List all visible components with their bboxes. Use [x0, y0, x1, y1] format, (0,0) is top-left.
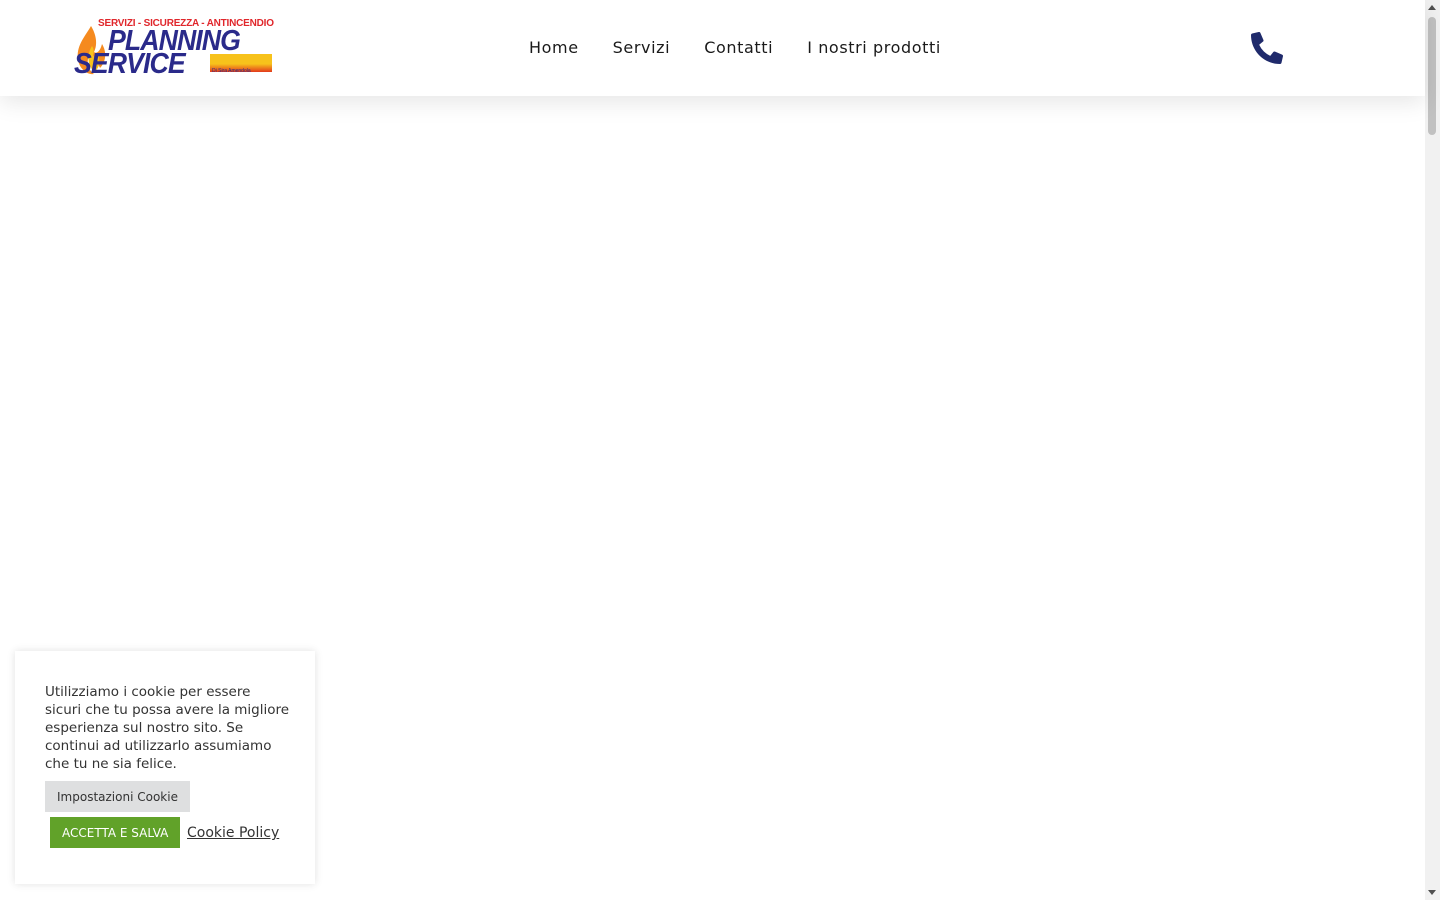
- nav-prodotti[interactable]: I nostri prodotti: [807, 38, 941, 58]
- scroll-up-arrow-icon[interactable]: [1428, 5, 1436, 10]
- logo-owner: Di Sira Amendola: [212, 68, 251, 74]
- cookie-accept-button[interactable]: ACCETTA E SALVA: [50, 817, 181, 848]
- cookie-message: Utilizziamo i cookie per essere sicuri c…: [45, 684, 290, 772]
- scroll-thumb[interactable]: [1428, 17, 1436, 135]
- nav-home[interactable]: Home: [529, 38, 579, 58]
- site-header: SERVIZI - SICUREZZA - ANTINCENDIO PLANNI…: [0, 0, 1425, 96]
- nav-contatti[interactable]: Contatti: [704, 38, 773, 58]
- phone-icon[interactable]: [1251, 32, 1283, 64]
- brand-logo[interactable]: SERVIZI - SICUREZZA - ANTINCENDIO PLANNI…: [74, 18, 274, 80]
- page-scrollbar[interactable]: [1425, 0, 1440, 900]
- main-nav: Home Servizi Contatti I nostri prodotti: [529, 38, 975, 58]
- cookie-policy-link[interactable]: Cookie Policy: [187, 825, 279, 841]
- logo-word-service: SERVICE: [74, 48, 186, 80]
- scroll-down-arrow-icon[interactable]: [1428, 890, 1436, 895]
- nav-servizi[interactable]: Servizi: [613, 38, 671, 58]
- cookie-banner: Utilizziamo i cookie per essere sicuri c…: [15, 651, 315, 884]
- cookie-settings-button[interactable]: Impostazioni Cookie: [45, 781, 190, 812]
